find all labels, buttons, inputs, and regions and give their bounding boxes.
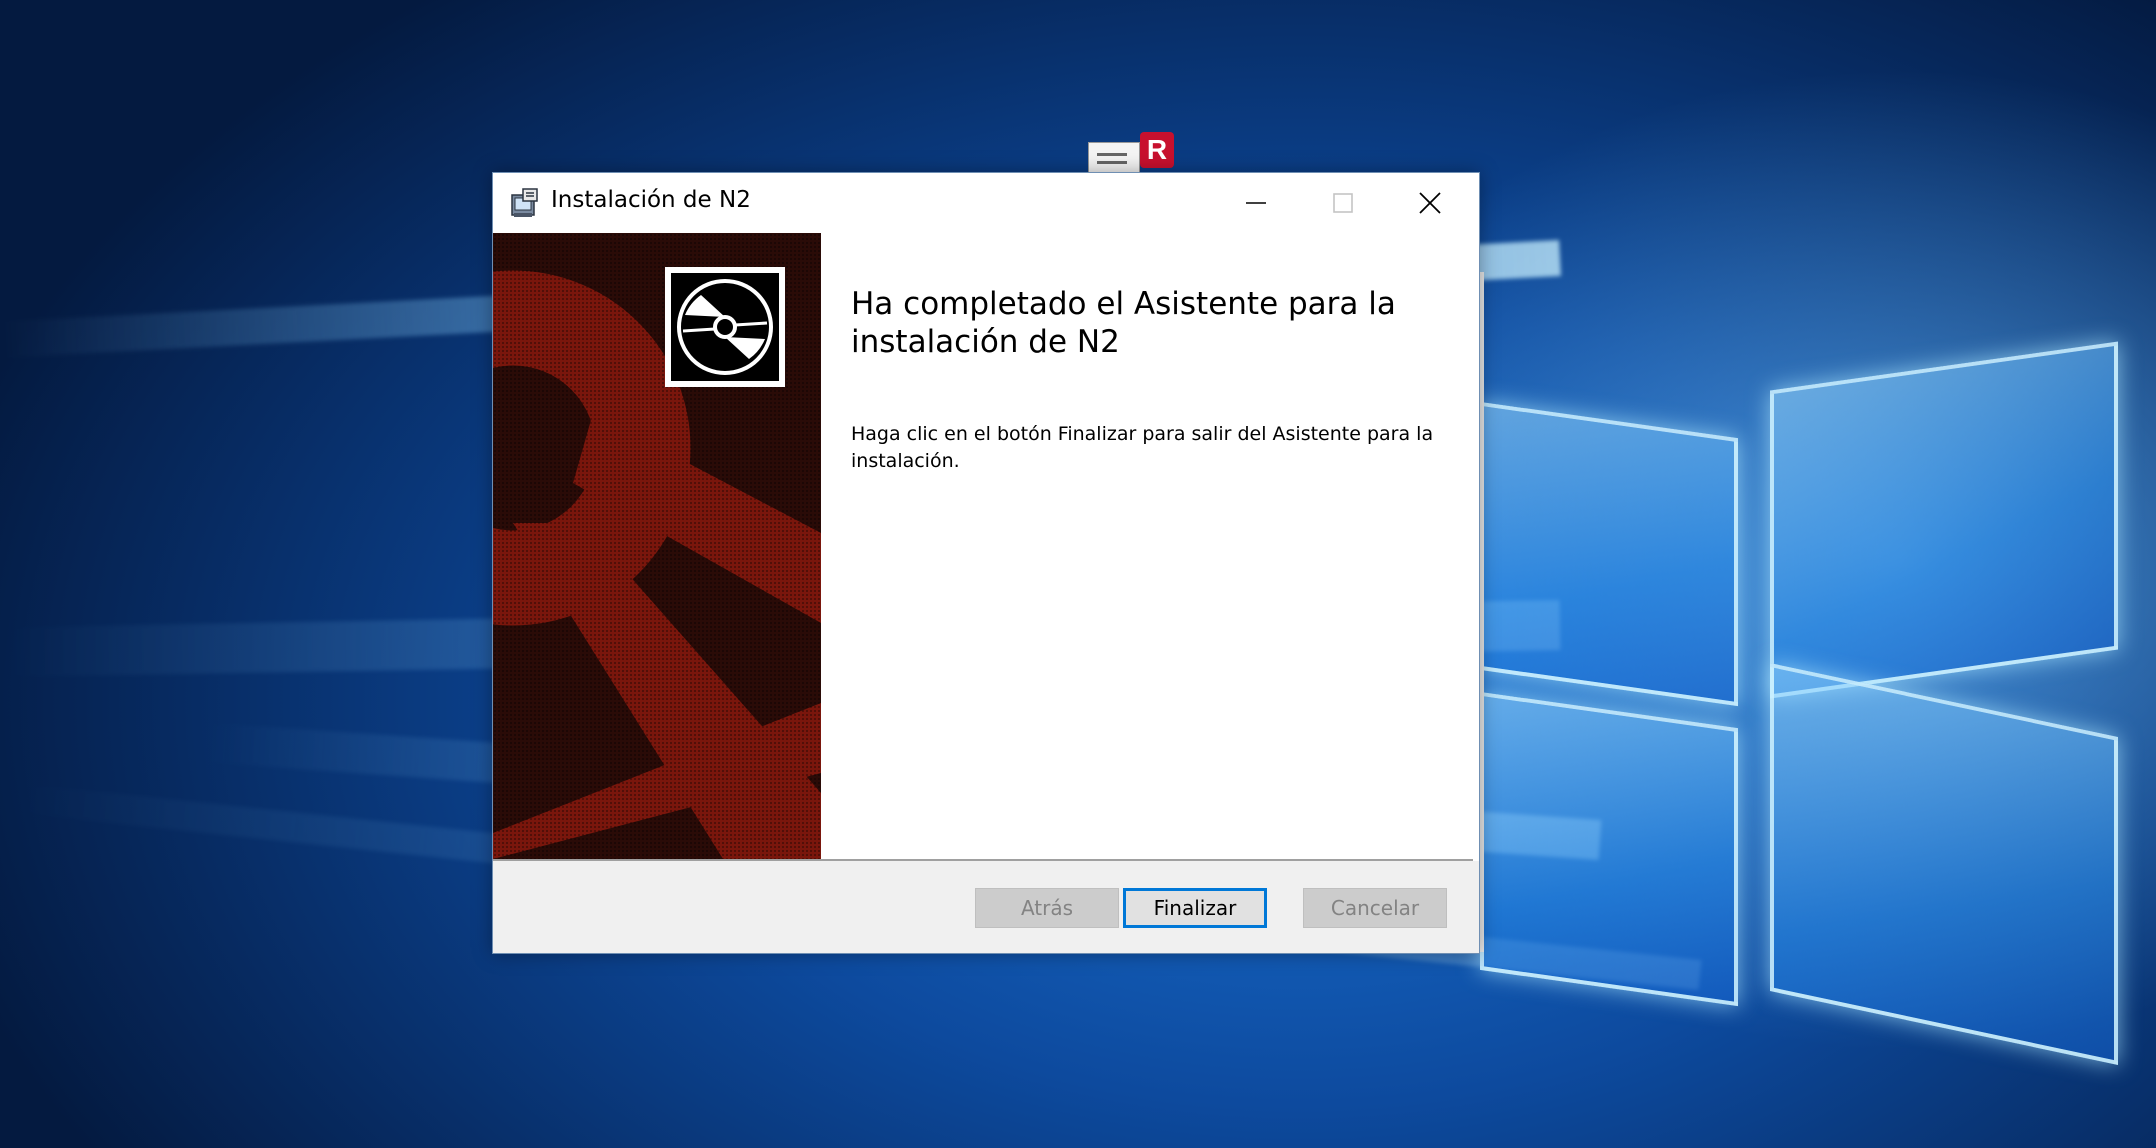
wizard-heading: Ha completado el Asistente para la insta… <box>851 286 1396 360</box>
close-icon <box>1419 192 1441 214</box>
maximize-icon <box>1333 193 1353 213</box>
dialog-footer: Atrás Finalizar Cancelar <box>493 861 1479 953</box>
window-title: Instalación de N2 <box>551 187 751 213</box>
back-button: Atrás <box>975 888 1119 928</box>
logo-pane <box>1480 691 1738 1007</box>
cd-disc-icon <box>665 267 785 387</box>
maximize-button <box>1299 173 1387 233</box>
windows-logo <box>1480 330 2130 1065</box>
desktop: R Instalación de N2 Ha completado el Asi… <box>0 0 2156 1148</box>
wizard-banner <box>493 233 821 859</box>
title-bar[interactable]: Instalación de N2 <box>493 173 1479 233</box>
logo-pane <box>1770 663 2118 1065</box>
dialog-content: Ha completado el Asistente para la insta… <box>493 233 1479 859</box>
installer-icon <box>509 187 541 219</box>
minimize-icon <box>1246 202 1266 204</box>
logo-pane <box>1480 401 1738 707</box>
wizard-body-text: Haga clic en el botón Finalizar para sal… <box>851 423 1434 472</box>
close-button[interactable] <box>1386 173 1474 233</box>
logo-pane <box>1770 341 2118 699</box>
cancel-button: Cancelar <box>1303 888 1447 928</box>
finish-button[interactable]: Finalizar <box>1123 888 1267 928</box>
minimize-button[interactable] <box>1212 173 1300 233</box>
app-badge-icon: R <box>1140 132 1174 168</box>
installer-dialog: Instalación de N2 Ha completado el Asist… <box>492 172 1480 954</box>
